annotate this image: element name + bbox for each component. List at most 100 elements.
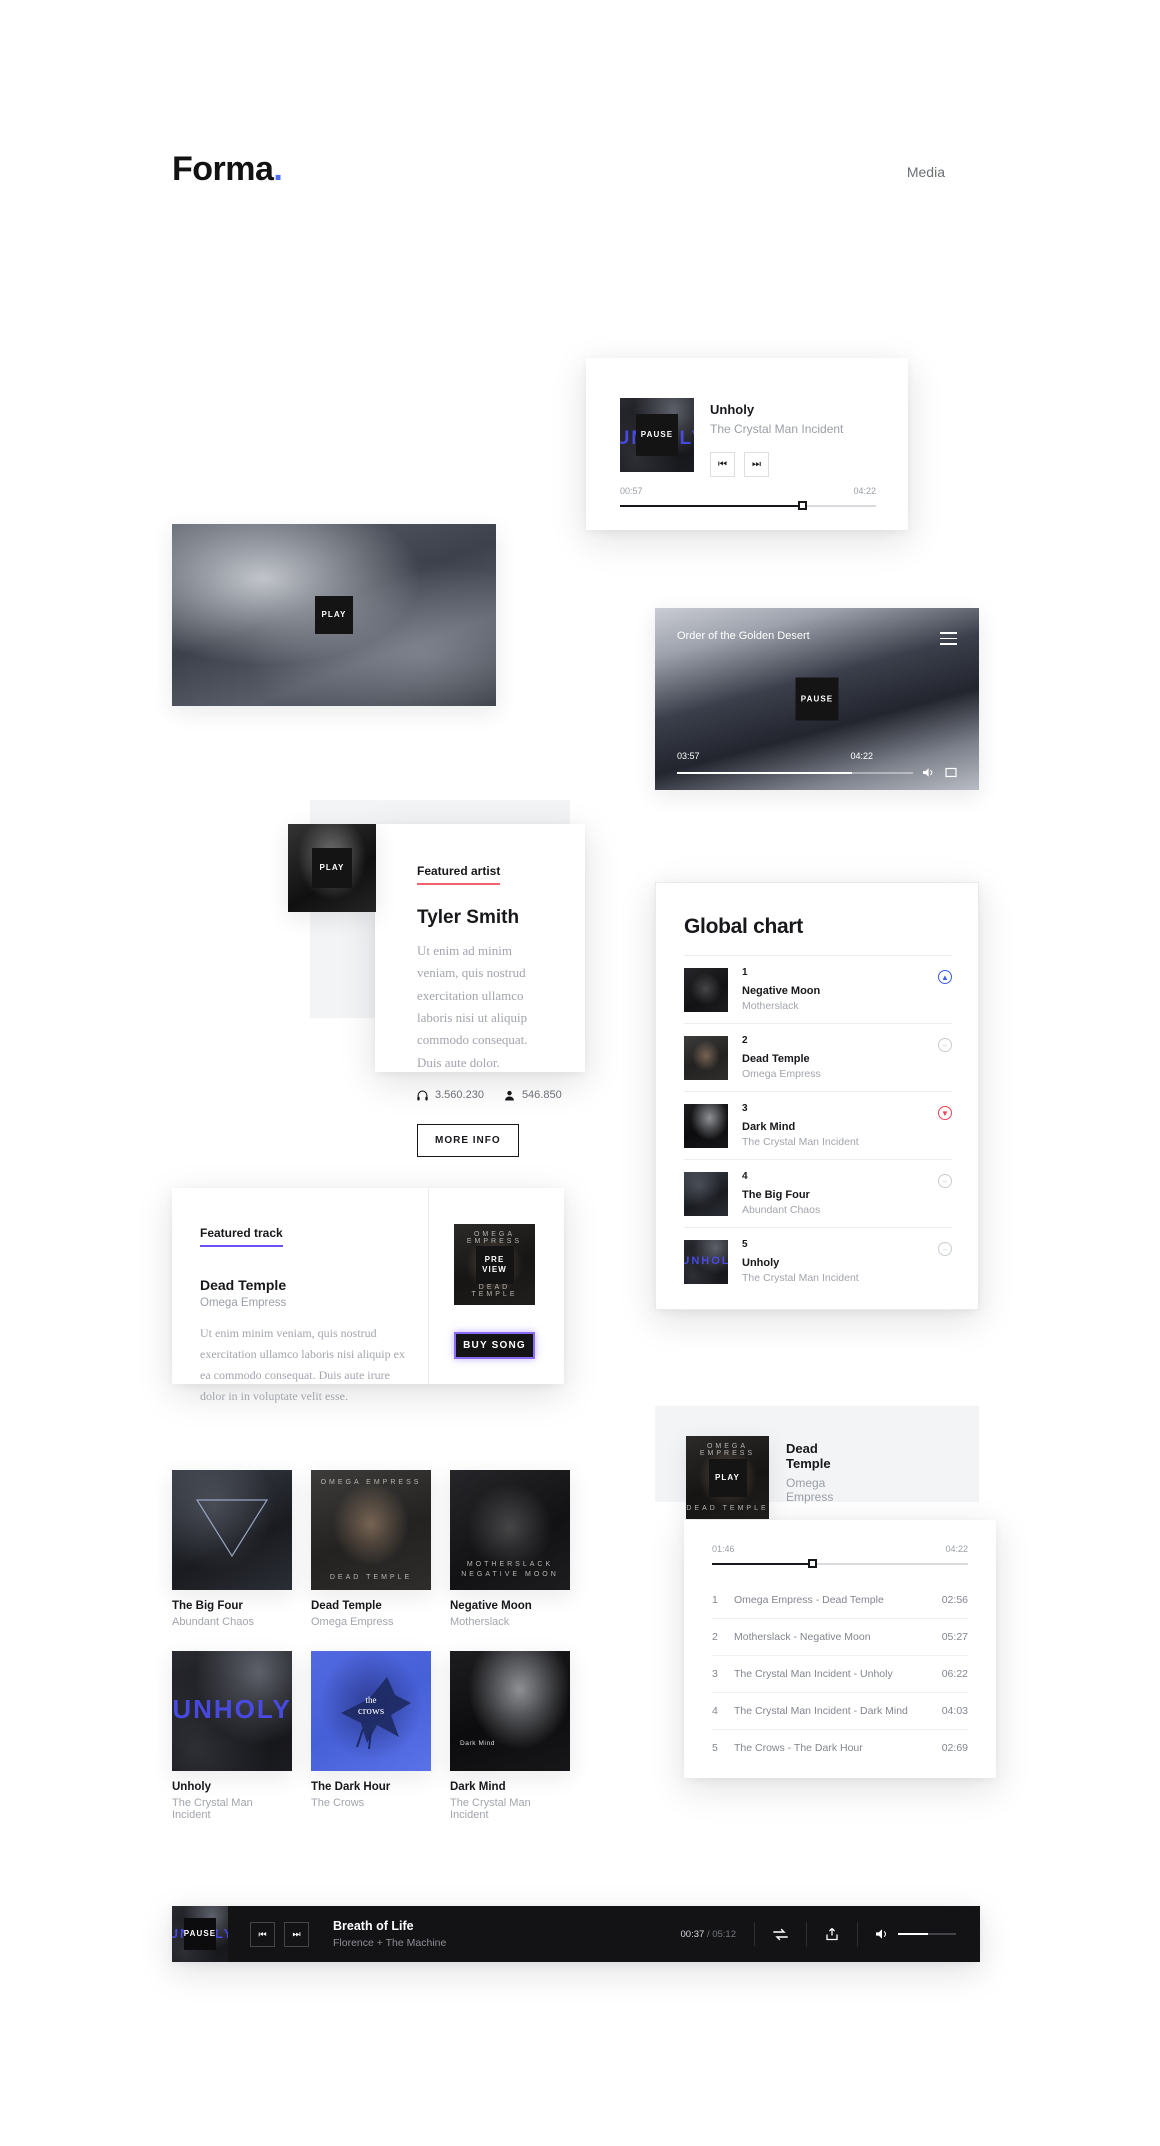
repeat-icon[interactable] (773, 1928, 788, 1941)
now-playing-artwork[interactable]: UNHOLY PAUSE (620, 398, 694, 472)
album-card[interactable]: MOTHERSLACK NEGATIVE MOON Negative Moon … (450, 1470, 570, 1628)
playlist-row[interactable]: 1 Omega Empress - Dead Temple 02:56 (712, 1582, 968, 1619)
chart-row[interactable]: 3 Dark Mind The Crystal Man Incident ▼ (684, 1091, 952, 1159)
track-number: 2 (712, 1631, 718, 1643)
playlist-artwork[interactable]: OMEGA EMPRESS DEAD TEMPLE PLAY (686, 1436, 769, 1519)
album-card[interactable]: The Big Four Abundant Chaos (172, 1470, 292, 1628)
album-artwork[interactable]: MOTHERSLACK NEGATIVE MOON (450, 1470, 570, 1590)
video-player[interactable]: Order of the Golden Desert PAUSE 03:57 0… (655, 608, 979, 790)
hamburger-icon[interactable] (940, 632, 957, 649)
chart-track-name: Unholy (742, 1257, 780, 1269)
next-button[interactable]: ⏭ (744, 452, 769, 477)
global-chart-card: Global chart 1 Negative Moon Motherslack… (655, 882, 979, 1310)
seek-slider[interactable] (712, 1559, 968, 1568)
playlist-row[interactable]: 2 Motherslack - Negative Moon 05:27 (712, 1619, 968, 1656)
more-info-button[interactable]: MORE INFO (417, 1124, 519, 1158)
divider (857, 1922, 858, 1946)
album-artwork[interactable]: the crows (311, 1651, 431, 1771)
chart-row[interactable]: 2 Dead Temple Omega Empress – (684, 1023, 952, 1091)
volume-icon[interactable] (876, 1928, 889, 1940)
previous-button[interactable]: ⏮ (250, 1921, 275, 1947)
artist-stats: 3.560.230 546.850 (417, 1089, 562, 1101)
pause-button[interactable]: PAUSE (636, 414, 678, 456)
pause-button[interactable]: PAUSE (184, 1918, 216, 1950)
album-artwork[interactable]: Dark Mind (450, 1651, 570, 1771)
crows-label-2: crows (357, 1705, 385, 1718)
time-total: 05:12 (712, 1928, 736, 1940)
playlist-track-title: Dead Temple (786, 1441, 831, 1471)
album-card[interactable]: the crows The Dark Hour The Crows (311, 1651, 431, 1809)
chart-row[interactable]: UNHOLY 5 Unholy The Crystal Man Incident… (684, 1227, 952, 1295)
previous-button[interactable]: ⏮ (710, 452, 735, 477)
volume-icon[interactable] (923, 767, 935, 778)
plays-count: 3.560.230 (435, 1089, 484, 1102)
next-button[interactable]: ⏭ (284, 1921, 309, 1947)
preview-button[interactable]: PRE VIEW (475, 1245, 514, 1284)
chart-row[interactable]: 4 The Big Four Abundant Chaos – (684, 1159, 952, 1227)
seek-slider[interactable] (620, 501, 876, 510)
video-title: Order of the Golden Desert (677, 630, 810, 642)
logo[interactable]: Forma. (172, 150, 283, 189)
track-number: 1 (712, 1594, 718, 1606)
divider (806, 1922, 807, 1946)
share-icon[interactable] (825, 1927, 839, 1941)
bottom-right-controls: 00:37 / 05:12 (681, 1922, 980, 1946)
track-artist: Omega Empress (200, 1297, 287, 1309)
artwork-bottom-text: DEAD TEMPLE (686, 1505, 769, 1512)
featured-artist-card: Featured artist Tyler Smith Ut enim ad m… (375, 824, 585, 1158)
bottom-artwork[interactable]: UNHOLY PAUSE (172, 1906, 228, 1962)
artwork-top-text: OMEGA EMPRESS (466, 1231, 523, 1245)
featured-track-body: Featured track Dead Temple Omega Empress… (200, 1224, 412, 1407)
artwork-wordmark: UNHOLY (684, 1255, 728, 1268)
album-card[interactable]: Dark Mind Dark Mind The Crystal Man Inci… (450, 1651, 570, 1821)
play-button[interactable]: PLAY (315, 596, 353, 634)
track-label: Omega Empress - Dead Temple (734, 1594, 884, 1606)
chart-row[interactable]: 1 Negative Moon Motherslack ▲ (684, 955, 952, 1023)
video-time-current: 03:57 (677, 751, 700, 761)
time-current: 01:46 (712, 1544, 735, 1554)
album-artist: The Crystal Man Incident (450, 1797, 531, 1821)
video-seek-slider[interactable] (677, 771, 913, 774)
album-artwork[interactable]: OMEGA EMPRESS DEAD TEMPLE (311, 1470, 431, 1590)
album-artwork[interactable]: UNHOLY (172, 1651, 292, 1771)
chart-rank: 1 (742, 967, 748, 978)
track-title: Unholy (710, 402, 755, 417)
volume-control[interactable] (876, 1928, 956, 1940)
seek-handle[interactable] (807, 1559, 817, 1568)
album-name: Dark Mind (450, 1781, 506, 1793)
artwork-bottom-text: DEAD TEMPLE (471, 1284, 518, 1298)
pause-button[interactable]: PAUSE (795, 677, 839, 721)
global-chart-title: Global chart (684, 915, 803, 938)
artist-description: Ut enim ad minim veniam, quis nostrud ex… (417, 943, 528, 1070)
album-artist: The Crystal Man Incident (172, 1797, 253, 1821)
now-playing-card: UNHOLY PAUSE Unholy The Crystal Man Inci… (586, 358, 908, 530)
featured-artist-artwork[interactable]: PLAY (288, 824, 376, 912)
nav-item-media[interactable]: Media (907, 164, 945, 180)
track-number: 4 (712, 1705, 718, 1717)
buy-song-button[interactable]: BUY SONG (454, 1332, 535, 1359)
seek-handle[interactable] (797, 501, 807, 510)
global-chart-list: 1 Negative Moon Motherslack ▲ 2 Dead Tem… (684, 955, 952, 1295)
track-duration: 02:69 (941, 1742, 968, 1754)
playlist-row[interactable]: 4 The Crystal Man Incident - Dark Mind 0… (712, 1693, 968, 1730)
track-number: 3 (712, 1668, 718, 1680)
featured-track-artwork[interactable]: OMEGA EMPRESS DEAD TEMPLE PRE VIEW (454, 1224, 535, 1305)
album-name: The Dark Hour (311, 1781, 391, 1793)
play-button[interactable]: PLAY (312, 848, 352, 888)
playlist-row[interactable]: 3 The Crystal Man Incident - Unholy 06:2… (712, 1656, 968, 1693)
video-controls: 03:57 04:22 (655, 751, 979, 790)
album-card[interactable]: UNHOLY Unholy The Crystal Man Incident (172, 1651, 292, 1821)
artwork-bottom-text: DEAD TEMPLE (329, 1574, 413, 1581)
play-button[interactable]: PLAY (708, 1458, 747, 1497)
album-card[interactable]: OMEGA EMPRESS DEAD TEMPLE Dead Temple Om… (311, 1470, 431, 1628)
track-duration: 05:27 (941, 1631, 968, 1643)
hero-video[interactable]: PLAY (172, 524, 496, 706)
bottom-meta: Breath of Life Florence + The Machine (333, 1919, 446, 1949)
volume-slider[interactable] (898, 1933, 956, 1935)
playlist-row[interactable]: 5 The Crows - The Dark Hour 02:69 (712, 1730, 968, 1766)
chart-artwork (684, 967, 728, 1012)
minus-circle-icon: – (938, 1174, 952, 1188)
preview-label-line1: PRE (484, 1254, 505, 1264)
album-artwork[interactable] (172, 1470, 292, 1590)
fullscreen-icon[interactable] (945, 767, 957, 778)
